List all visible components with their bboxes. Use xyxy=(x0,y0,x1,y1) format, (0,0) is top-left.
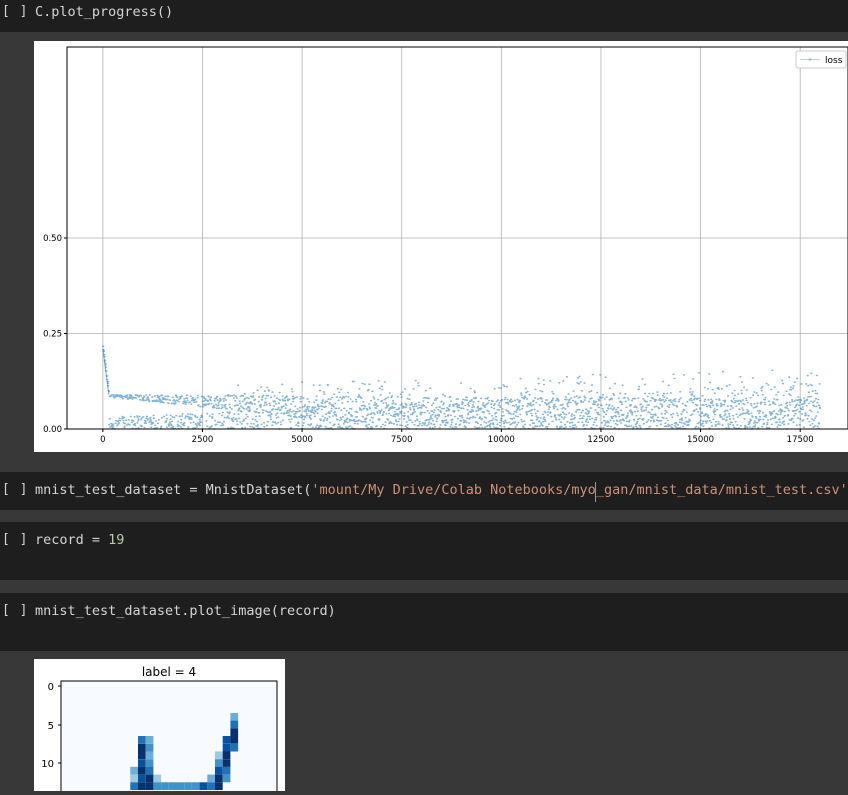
x-tick-label: 17500 xyxy=(787,435,814,445)
digit-pixel xyxy=(146,782,154,790)
run-cell-button[interactable]: [ ] xyxy=(2,4,28,19)
run-cell-button[interactable]: [ ] xyxy=(2,532,28,547)
digit-pixel xyxy=(146,759,154,767)
code-editor[interactable]: record = 19 xyxy=(35,532,124,548)
digit-pixel xyxy=(177,782,185,790)
image-frame xyxy=(61,681,277,791)
x-tick-label: 0 xyxy=(100,435,105,445)
code-editor[interactable]: mnist_test_dataset.plot_image(record) xyxy=(35,603,336,619)
digit-pixel xyxy=(169,782,177,790)
digit-pixel xyxy=(146,767,154,775)
legend-label: loss xyxy=(825,56,843,66)
code-text: mnist_test_dataset = MnistDataset( xyxy=(35,482,311,498)
x-axis: 0 2500 5000 7500 10000 12500 15000 17500 xyxy=(100,429,814,445)
digit-pixel xyxy=(161,782,169,790)
code-cell-load-dataset[interactable]: [ ] mnist_test_dataset = MnistDataset('m… xyxy=(0,472,848,510)
image-y-tick: 5 xyxy=(48,721,54,732)
digit-pixel xyxy=(215,782,223,790)
digit-pixel xyxy=(153,782,161,790)
code-string-literal: 'mount/My Drive/Colab Notebooks/myo_gan/… xyxy=(311,482,847,498)
run-cell-button[interactable]: [ ] xyxy=(2,603,28,618)
digit-pixel xyxy=(146,751,154,759)
y-tick-label: 0.25 xyxy=(43,330,62,340)
loss-chart: 025005000750010000125001500017500 0.000.… xyxy=(34,41,848,452)
code-number-literal: 19 xyxy=(108,532,124,548)
digit-pixel xyxy=(230,744,238,752)
x-tick-label: 12500 xyxy=(587,435,614,445)
x-tick-label: 15000 xyxy=(687,435,714,445)
digit-pixel xyxy=(207,775,215,783)
x-tick-label: 10000 xyxy=(488,435,515,445)
image-y-tick: 10 xyxy=(41,759,54,770)
digit-pixel xyxy=(138,775,146,783)
digit-pixel xyxy=(230,736,238,744)
digit-pixel xyxy=(215,767,223,775)
code-cell-plot-progress[interactable]: [ ] C.plot_progress() xyxy=(0,0,848,32)
code-text: record = xyxy=(35,532,108,548)
digit-pixel xyxy=(215,759,223,767)
x-tick-label: 7500 xyxy=(391,435,413,445)
digit-pixel xyxy=(215,751,223,759)
digit-pixel xyxy=(223,759,231,767)
digit-pixel xyxy=(138,782,146,790)
digit-pixel xyxy=(230,728,238,736)
digit-pixel xyxy=(146,744,154,752)
digit-pixel xyxy=(184,782,192,790)
x-tick-label: 5000 xyxy=(291,435,313,445)
digit-pixel xyxy=(138,767,146,775)
digit-pixel xyxy=(130,767,138,775)
code-cell-plot-image[interactable]: [ ] mnist_test_dataset.plot_image(record… xyxy=(0,593,848,651)
digit-pixel xyxy=(146,736,154,744)
run-cell-button[interactable]: [ ] xyxy=(2,482,28,497)
digit-pixel xyxy=(138,736,146,744)
digit-pixel xyxy=(223,736,231,744)
legend-marker-dot xyxy=(809,58,812,61)
chart-output: 025005000750010000125001500017500 0.000.… xyxy=(34,41,848,452)
digit-pixel xyxy=(138,744,146,752)
digit-pixel xyxy=(215,775,223,783)
image-plot: label = 4 0 5 10 xyxy=(34,659,285,791)
loss-points xyxy=(103,346,820,429)
digit-pixel xyxy=(230,721,238,729)
digit-pixel xyxy=(207,782,215,790)
code-editor[interactable]: C.plot_progress() xyxy=(35,4,173,20)
code-cell-record[interactable]: [ ] record = 19 xyxy=(0,522,848,580)
digit-pixel xyxy=(223,744,231,752)
digit-pixel xyxy=(130,775,138,783)
code-editor[interactable]: mnist_test_dataset = MnistDataset('mount… xyxy=(35,482,848,498)
y-tick-label: 0.50 xyxy=(43,234,62,244)
loss-series xyxy=(103,346,821,429)
digit-pixel xyxy=(130,782,138,790)
image-y-tick: 0 xyxy=(48,682,54,693)
digit-pixel xyxy=(230,713,238,721)
chart-grid xyxy=(67,47,848,429)
digit-pixel xyxy=(223,767,231,775)
loss-early-segment xyxy=(103,349,109,395)
digit-pixel xyxy=(146,775,154,783)
x-tick-label: 2500 xyxy=(192,435,214,445)
text-cursor xyxy=(595,482,596,502)
digit-pixel xyxy=(138,751,146,759)
y-tick-label: 0.00 xyxy=(43,425,62,435)
digit-pixel xyxy=(200,782,208,790)
digit-pixel xyxy=(138,759,146,767)
digit-pixel xyxy=(223,775,231,783)
image-output: label = 4 0 5 10 xyxy=(34,659,285,791)
digit-pixel xyxy=(153,775,161,783)
chart-legend: loss xyxy=(796,51,846,68)
digit-pixel xyxy=(223,751,231,759)
digit-pixel xyxy=(192,782,200,790)
image-y-axis: 0 5 10 xyxy=(41,682,61,770)
y-axis: 0.00 0.25 0.50 xyxy=(43,234,67,435)
image-title: label = 4 xyxy=(142,665,196,679)
